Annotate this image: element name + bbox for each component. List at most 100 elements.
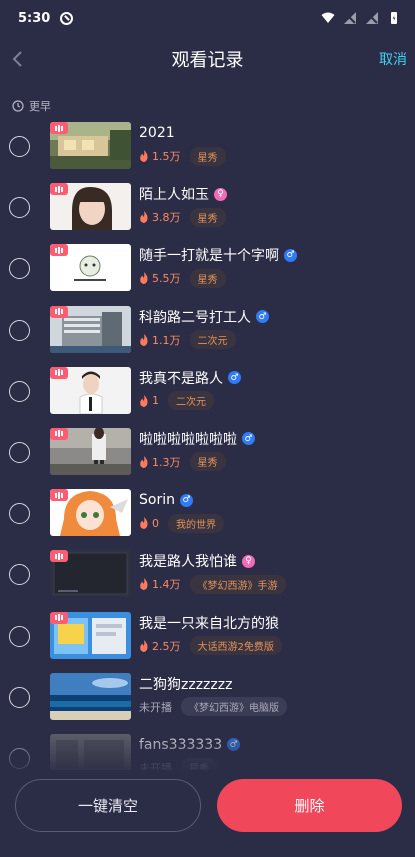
flame-icon (140, 517, 148, 530)
streamer-name: 2021 (139, 125, 175, 141)
select-radio[interactable] (9, 625, 30, 647)
category-tag: 星秀 (189, 452, 226, 472)
category-tag: 星秀 (189, 268, 226, 288)
stream-thumbnail[interactable] (50, 305, 131, 353)
record-info: 随手一打就是十个字啊 ♂ 5.5万 星秀 (139, 245, 405, 288)
stream-thumbnail[interactable] (50, 366, 131, 414)
stream-thumbnail[interactable] (50, 489, 131, 537)
nav-bar: 观看记录 取消 (0, 36, 415, 82)
select-radio[interactable] (9, 319, 30, 341)
list-item[interactable]: 啦啦啦啦啦啦啦 ♂ 1.3万 星秀 (0, 422, 415, 483)
streamer-name: 陌上人如玉 (139, 187, 209, 204)
stream-thumbnail[interactable] (50, 427, 131, 475)
live-badge-icon (50, 611, 68, 624)
streamer-name: 啦啦啦啦啦啦啦 (139, 431, 237, 448)
meta-line: 1.4万 《梦幻西游》手游 (139, 574, 405, 594)
live-badge-icon (50, 366, 68, 379)
male-icon: ♂ (242, 432, 255, 446)
select-radio[interactable] (9, 503, 30, 525)
flame-icon (140, 455, 148, 468)
signal-off-icon (366, 12, 378, 24)
list-item[interactable]: 陌上人如玉 ♀ 3.8万 星秀 (0, 177, 415, 238)
clock-icon (12, 100, 24, 112)
select-radio[interactable] (9, 564, 30, 586)
meta-line: 1.5万 星秀 (139, 146, 405, 166)
heat-count: 1.3万 (152, 455, 181, 469)
meta-line: 1.1万 二次元 (139, 330, 405, 350)
heat-count: 1.1万 (152, 333, 181, 347)
name-line: 啦啦啦啦啦啦啦 ♂ (139, 429, 405, 449)
heat-count: 3.8万 (152, 211, 181, 225)
select-radio[interactable] (9, 258, 30, 280)
clear-all-button[interactable]: 一键清空 (15, 779, 201, 832)
name-line: 科韵路二号打工人 ♂ (139, 307, 405, 327)
meta-line: 2.5万 大话西游2免费版 (139, 636, 405, 655)
heat-count: 5.5万 (152, 272, 181, 286)
status-bar: 5:30 (0, 0, 415, 36)
delete-button[interactable]: 删除 (217, 779, 402, 832)
offline-status: 未开播 (139, 700, 172, 714)
cancel-button[interactable]: 取消 (379, 49, 407, 69)
thumb-sea (50, 672, 131, 720)
record-info: Sorin ♂ 0 我的世界 (139, 490, 405, 533)
name-line: 我是一只来自北方的狼 (139, 613, 405, 633)
stream-thumbnail[interactable] (50, 122, 131, 169)
category-tag: 星秀 (189, 207, 226, 227)
list-item[interactable]: 我真不是路人 ♂ 1 二次元 (0, 361, 415, 422)
heat-count: 0 (152, 516, 159, 530)
category-tag: 大话西游2免费版 (189, 636, 282, 655)
section-header: 更早 (0, 82, 415, 116)
select-radio[interactable] (9, 136, 30, 157)
streamer-name: Sorin (139, 492, 175, 509)
heat-count: 2.5万 (152, 639, 181, 653)
list-item[interactable]: 我是一只来自北方的狼 2.5万 大话西游2免费版 (0, 606, 415, 667)
select-radio[interactable] (9, 441, 30, 463)
stream-thumbnail[interactable] (50, 550, 131, 598)
live-badge-icon (50, 244, 68, 257)
status-time: 5:30 (18, 10, 51, 26)
stream-thumbnail[interactable] (50, 611, 131, 659)
male-icon: ♂ (228, 371, 241, 385)
list-item[interactable]: 二狗狗zzzzzzz 未开播 《梦幻西游》电脑版 (0, 667, 415, 728)
female-icon: ♀ (214, 187, 227, 201)
name-line: 2021 (139, 123, 405, 143)
flame-icon (140, 639, 148, 652)
select-radio[interactable] (9, 380, 30, 402)
male-icon: ♂ (284, 248, 297, 262)
select-radio[interactable] (9, 686, 30, 708)
streamer-name: 二狗狗zzzzzzz (139, 676, 233, 693)
streamer-name: 我是路人我怕谁 (139, 554, 237, 571)
record-info: 2021 1.5万 星秀 (139, 123, 405, 166)
live-badge-icon (50, 122, 68, 134)
name-line: 我是路人我怕谁 ♀ (139, 551, 405, 571)
heat-count: 1 (152, 394, 159, 408)
heat-count: 1.5万 (152, 150, 181, 163)
bottom-action-bar: 一键清空 删除 (0, 770, 415, 857)
stream-thumbnail[interactable] (50, 672, 131, 720)
list-item[interactable]: 2021 1.5万 星秀 (0, 116, 415, 177)
list-item[interactable]: 随手一打就是十个字啊 ♂ 5.5万 星秀 (0, 238, 415, 299)
back-icon[interactable] (10, 48, 28, 70)
record-info: 我真不是路人 ♂ 1 二次元 (139, 368, 405, 411)
meta-line: 3.8万 星秀 (139, 207, 405, 227)
live-badge-icon (50, 550, 68, 563)
live-badge-icon (50, 427, 68, 440)
list-item[interactable]: 科韵路二号打工人 ♂ 1.1万 二次元 (0, 300, 415, 361)
meta-line: 未开播 《梦幻西游》电脑版 (139, 697, 405, 717)
male-icon: ♂ (179, 493, 193, 507)
stream-thumbnail[interactable] (50, 244, 131, 292)
stream-thumbnail[interactable] (50, 183, 131, 231)
name-line: Sorin ♂ (139, 490, 405, 510)
category-tag: 我的世界 (168, 513, 224, 533)
page-title: 观看记录 (171, 50, 244, 71)
list-item[interactable]: 我是路人我怕谁 ♀ 1.4万 《梦幻西游》手游 (0, 544, 415, 605)
list-item[interactable]: Sorin ♂ 0 我的世界 (0, 483, 415, 544)
select-radio[interactable] (9, 197, 30, 219)
record-info: 陌上人如玉 ♀ 3.8万 星秀 (139, 184, 405, 227)
name-line: 二狗狗zzzzzzz (139, 674, 405, 694)
flame-icon (140, 394, 148, 407)
record-info: 啦啦啦啦啦啦啦 ♂ 1.3万 星秀 (139, 429, 405, 472)
record-info: 我是路人我怕谁 ♀ 1.4万 《梦幻西游》手游 (139, 551, 405, 594)
wifi-icon (321, 12, 335, 23)
heat-count: 1.4万 (152, 578, 181, 592)
